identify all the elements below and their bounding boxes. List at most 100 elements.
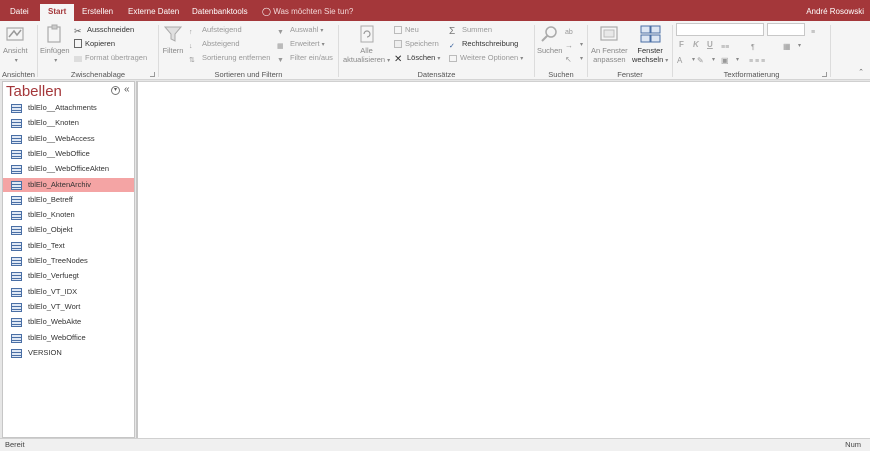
group-textformatierung: ≡ F K U ≡≡ ¶ ▦ ▾ A ▾ ✎ ▾ ▣ ▾ ≡ ≡ ≡ Textforma… — [673, 21, 830, 80]
status-text: Bereit — [5, 440, 25, 449]
spelling-icon: ✓ — [449, 43, 455, 50]
tab-externe-daten[interactable]: Externe Daten — [120, 4, 187, 21]
nav-item-table[interactable]: tblElo_AktenArchiv — [3, 178, 134, 192]
scissors-icon: ✂ — [74, 26, 82, 36]
nav-item-label: VERSION — [28, 348, 62, 357]
group-sortieren-filtern: Filtern ↑ Aufsteigend ↓ Absteigend ⇅ Sortie… — [159, 21, 338, 80]
textformatierung-launcher[interactable] — [822, 72, 827, 77]
fill-color-button[interactable]: ▣ ▾ — [721, 52, 739, 65]
filtern-button[interactable]: Filtern — [162, 24, 184, 55]
group-label-fenster: Fenster — [617, 70, 643, 79]
nav-item-table[interactable]: tblElo_WebAkte — [3, 315, 134, 329]
erweitert-button[interactable]: ▦ Erweitert ▾ — [277, 37, 325, 50]
font-size-select[interactable] — [767, 23, 805, 36]
save-icon — [394, 40, 402, 48]
nav-item-label: tblElo_WebOffice — [28, 333, 86, 342]
neu-button[interactable]: Neu — [394, 23, 419, 36]
ersetzen-button[interactable]: ab — [565, 23, 578, 36]
tab-start[interactable]: Start — [40, 4, 75, 21]
italic-button[interactable]: K — [693, 40, 699, 49]
nav-item-label: tblElo_Text — [28, 241, 65, 250]
bold-button[interactable]: F — [679, 40, 684, 49]
nav-item-table[interactable]: tblElo_TreeNodes — [3, 254, 134, 268]
auswahl-button[interactable]: ▼ Auswahl ▾ — [277, 23, 323, 36]
nav-item-table[interactable]: tblElo__WebOfficeAkten — [3, 162, 134, 176]
aufsteigend-button[interactable]: ↑ Aufsteigend — [189, 23, 242, 36]
nav-item-table[interactable]: VERSION — [3, 346, 134, 360]
underline-button[interactable]: U — [707, 40, 713, 49]
chevron-down-icon[interactable]: ▾ — [111, 86, 120, 95]
font-color-button[interactable]: A ▾ — [677, 52, 695, 65]
tab-datei[interactable]: Datei — [2, 4, 37, 21]
nav-item-table[interactable]: tblElo__Knoten — [3, 116, 134, 130]
nav-item-table[interactable]: tblElo_Knoten — [3, 208, 134, 222]
nav-item-label: tblElo_VT_IDX — [28, 287, 78, 296]
loeschen-button[interactable]: ✕ Löschen ▾ — [394, 51, 440, 65]
user-name[interactable]: André Rosowski — [806, 4, 864, 19]
rechtschreibung-button[interactable]: ✓ Rechtschreibung — [449, 37, 518, 50]
navigation-pane: Tabellen ▾ « tblElo__Attachments tblElo__… — [2, 81, 135, 438]
text-direction-icon: ¶ — [751, 44, 755, 51]
align-buttons[interactable]: ≡ ≡ ≡ — [749, 52, 765, 65]
bullet-list-icon: ≡ — [811, 29, 816, 36]
sortierung-entfernen-button[interactable]: ⇅ Sortierung entfernen — [189, 51, 270, 64]
summen-button[interactable]: Σ Summen — [449, 23, 492, 37]
paragraph-direction[interactable]: ¶ — [751, 38, 764, 51]
format-uebertragen-button[interactable]: Format übertragen — [74, 51, 147, 64]
table-icon — [11, 226, 22, 235]
group-ansichten: Ansicht ▾ Ansichten — [0, 21, 37, 80]
num-lock-indicator: Num — [845, 440, 861, 449]
ribbon: Ansicht ▾ Ansichten Einfügen ▾ ✂ Ausschneid… — [0, 21, 870, 80]
nav-item-table[interactable]: tblElo_Verfuegt — [3, 269, 134, 283]
an-fenster-anpassen-button[interactable]: An Fenster anpassen — [591, 24, 628, 64]
collapse-ribbon-icon[interactable]: ⌃ — [858, 68, 864, 76]
suchen-button[interactable]: Suchen — [537, 24, 562, 55]
alle-aktualisieren-button[interactable]: Alle aktualisieren ▾ — [343, 24, 390, 66]
nav-item-table[interactable]: tblElo_VT_IDX — [3, 285, 134, 299]
indent-buttons[interactable]: ≡≡ — [721, 38, 734, 51]
collapse-pane-icon[interactable]: « — [124, 84, 130, 95]
tab-erstellen[interactable]: Erstellen — [74, 4, 121, 21]
nav-item-label: tblElo__Knoten — [28, 118, 79, 127]
nav-item-table[interactable]: tblElo_Objekt — [3, 223, 134, 237]
table-icon — [11, 257, 22, 266]
ansicht-button[interactable]: Ansicht ▾ — [3, 24, 28, 66]
speichern-button[interactable]: Speichern — [394, 37, 439, 50]
einfuegen-button[interactable]: Einfügen ▾ — [40, 24, 70, 66]
zwischenablage-launcher[interactable] — [150, 72, 155, 77]
nav-item-table[interactable]: tblElo__Attachments — [3, 101, 134, 115]
gehe-zu-button[interactable]: → ▾ — [565, 37, 583, 50]
delete-icon: ✕ — [394, 54, 403, 65]
tell-me-text: Was möchten Sie tun? — [273, 7, 354, 16]
nav-item-table[interactable]: tblElo_Text — [3, 239, 134, 253]
navigation-pane-title[interactable]: Tabellen — [6, 83, 62, 100]
kopieren-button[interactable]: Kopieren — [74, 37, 115, 50]
nav-item-table[interactable]: tblElo_WebOffice — [3, 331, 134, 345]
filter-icon — [163, 26, 183, 42]
group-fenster: An Fenster anpassen Fenster wechseln ▾ Fens… — [588, 21, 672, 80]
auswaehlen-button[interactable]: ↖ ▾ — [565, 51, 583, 64]
nav-item-table[interactable]: tblElo__WebAccess — [3, 132, 134, 146]
tab-datenbanktools[interactable]: Datenbanktools — [184, 4, 256, 21]
tell-me-box[interactable]: ◯ Was möchten Sie tun? — [262, 4, 353, 19]
nav-item-table[interactable]: tblElo__WebOffice — [3, 147, 134, 161]
nav-item-label: tblElo_Verfuegt — [28, 271, 79, 280]
absteigend-button[interactable]: ↓ Absteigend — [189, 37, 240, 50]
list-buttons[interactable]: ≡ — [811, 23, 824, 36]
ausschneiden-button[interactable]: ✂ Ausschneiden — [74, 23, 134, 36]
gridlines-button[interactable]: ▦ ▾ — [783, 38, 801, 51]
switch-window-icon — [640, 25, 661, 43]
fenster-wechseln-button[interactable]: Fenster wechseln ▾ — [632, 24, 668, 66]
nav-item-table[interactable]: tblElo_VT_Wort — [3, 300, 134, 314]
font-name-select[interactable] — [676, 23, 764, 36]
search-icon — [541, 26, 557, 42]
weitere-optionen-button[interactable]: Weitere Optionen ▾ — [449, 51, 523, 64]
group-label-sortieren: Sortieren und Filtern — [214, 70, 283, 79]
nav-item-label: tblElo__Attachments — [28, 103, 97, 112]
nav-item-label: tblElo__WebOffice — [28, 149, 90, 158]
nav-item-table[interactable]: tblElo_Betreff — [3, 193, 134, 207]
highlight-button[interactable]: ✎ ▾ — [697, 52, 715, 65]
cursor-icon: ↖ — [565, 55, 572, 64]
filter-ein-aus-button[interactable]: ▼ Filter ein/aus — [277, 51, 333, 64]
status-bar: Bereit Num — [0, 438, 870, 451]
